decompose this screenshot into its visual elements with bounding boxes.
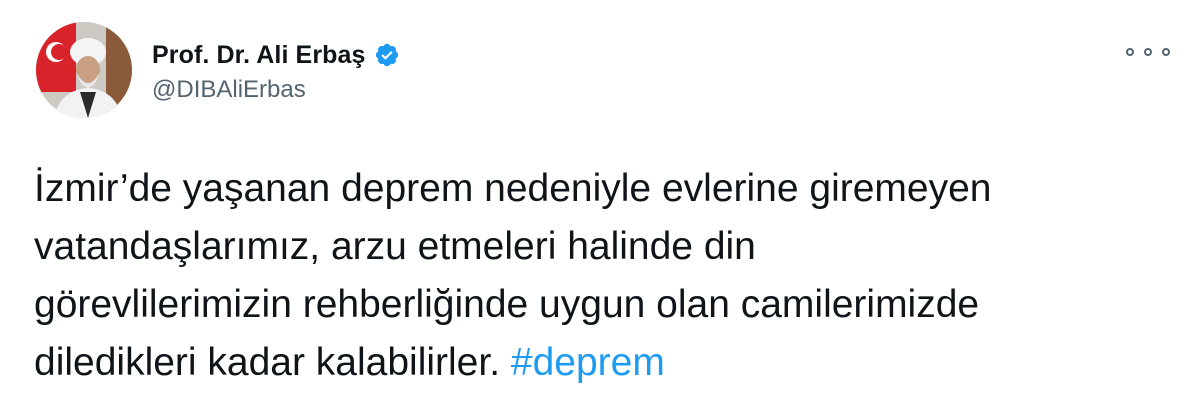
tweet-text-line: görevlilerimizin rehberliğinde uygun ola… [34, 283, 980, 326]
tweet-text-line-last: diledikleri kadar kalabilirler. #deprem [34, 334, 1184, 392]
more-dot-icon [1144, 48, 1152, 56]
verified-badge-icon [374, 42, 400, 68]
author-handle[interactable]: @DIBAliErbas [152, 76, 306, 104]
hashtag-link[interactable]: #deprem [511, 341, 665, 384]
tweet-text: İzmir’de yaşanan deprem nedeniyle evleri… [34, 160, 1184, 392]
more-dot-icon [1126, 48, 1134, 56]
tweet-card: Prof. Dr. Ali Erbaş @DIBAliErbas İzmir’d… [0, 0, 1200, 418]
author-display-name[interactable]: Prof. Dr. Ali Erbaş [152, 41, 366, 70]
author-avatar[interactable] [36, 22, 132, 118]
author-name-row[interactable]: Prof. Dr. Ali Erbaş [152, 38, 400, 72]
tweet-text-line: İzmir’de yaşanan deprem nedeniyle evleri… [34, 167, 992, 210]
more-dot-icon [1162, 48, 1170, 56]
more-options-icon[interactable] [1126, 40, 1170, 64]
tweet-text-fragment: diledikleri kadar kalabilirler. [34, 341, 501, 384]
avatar-photo-icon [36, 22, 132, 118]
tweet-text-line: vatandaşlarımız, arzu etmeleri halinde d… [34, 225, 756, 268]
